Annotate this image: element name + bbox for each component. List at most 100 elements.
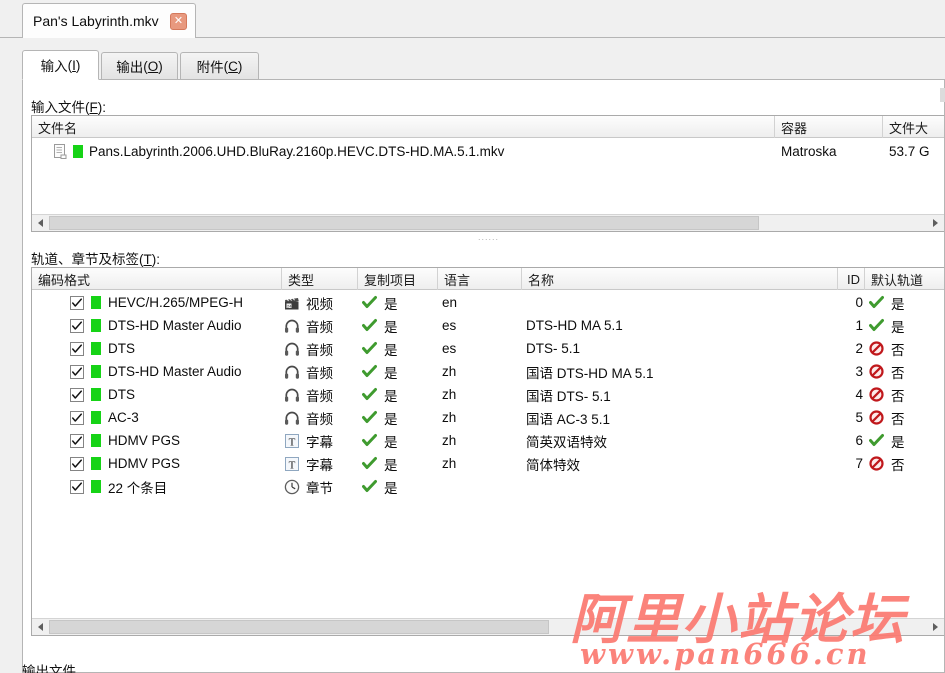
scroll-track[interactable] <box>49 619 927 635</box>
chapter-icon <box>284 479 300 494</box>
cell-copy: 是 <box>362 406 438 429</box>
scroll-thumb[interactable] <box>49 620 549 634</box>
column-header-type[interactable]: 类型 <box>282 268 358 290</box>
close-icon[interactable]: ✕ <box>170 12 187 30</box>
table-row[interactable]: DTS-HD Master Audio 音频 是 es DTS-HD MA 5.1 1 是 <box>32 314 944 337</box>
input-files-body: Pans.Labyrinth.2006.UHD.BluRay.2160p.HEV… <box>32 139 944 164</box>
scroll-left-button[interactable] <box>32 215 49 231</box>
tracks-header: 编码格式 类型 复制项目 语言 名称 ID 默认轨道 <box>32 268 944 290</box>
column-header-name[interactable]: 名称 <box>522 268 838 290</box>
checkmark-glyph <box>71 412 83 422</box>
cell-name: DTS- 5.1 <box>526 341 581 356</box>
track-enabled-flag-icon <box>91 388 101 401</box>
type-text: 音频 <box>306 411 333 427</box>
scroll-right-button[interactable] <box>927 619 944 635</box>
type-text: 视频 <box>306 296 333 312</box>
check-icon <box>362 434 377 446</box>
forbidden-icon <box>869 387 884 402</box>
cell-type: 音频 <box>284 360 358 383</box>
splitter-handle[interactable]: ...... <box>478 232 499 242</box>
cell-language: zh <box>442 410 457 425</box>
cell-type: 24 视频 <box>284 291 358 314</box>
track-checkbox[interactable] <box>70 387 84 402</box>
codec-text: AC-3 <box>108 410 139 425</box>
column-header-language[interactable]: 语言 <box>438 268 522 290</box>
cell-name: 国语 AC-3 5.1 <box>526 411 611 427</box>
column-header-copy[interactable]: 复制项目 <box>358 268 438 290</box>
cell-default-track: 否 <box>869 452 944 475</box>
tab-attachments-label: 附件 <box>196 60 224 75</box>
check-icon <box>869 296 884 308</box>
tab-attachments-accesskey: C <box>228 58 238 74</box>
svg-text:T: T <box>289 436 296 448</box>
track-checkbox[interactable] <box>70 341 84 356</box>
default-track-text: 否 <box>891 457 905 473</box>
tab-output[interactable]: 输出(O) <box>101 52 178 80</box>
tracks-hscrollbar[interactable] <box>32 618 944 635</box>
check-icon <box>362 319 377 331</box>
copy-text: 是 <box>384 388 398 404</box>
column-header-filename[interactable]: 文件名 <box>32 116 775 138</box>
cell-language: es <box>442 318 457 333</box>
input-files-list[interactable]: 文件名 容器 文件大 Pans.Labyrinth.2006.UHD.BluRa… <box>31 115 944 232</box>
input-files-hscrollbar[interactable] <box>32 214 944 231</box>
subtitle-icon: T <box>285 433 299 448</box>
track-enabled-flag-icon <box>91 411 101 424</box>
track-checkbox[interactable] <box>70 295 84 310</box>
default-track-text: 否 <box>891 388 905 404</box>
tab-input[interactable]: 输入(I) <box>22 50 99 80</box>
application-window: Pan's Labyrinth.mkv ✕ 输入(I) 输出(O) 附件(C) … <box>0 0 945 673</box>
table-row[interactable]: HEVC/H.265/MPEG-H 24 视频 是 en 0 是 <box>32 291 944 314</box>
codec-text: DTS-HD Master Audio <box>108 318 242 333</box>
table-row[interactable]: AC-3 音频 是 zh 国语 AC-3 5.1 5 否 <box>32 406 944 429</box>
scroll-right-button[interactable] <box>927 215 944 231</box>
input-files-label-text: 输入文件 <box>31 100 85 115</box>
table-row[interactable]: HDMV PGS T 字幕 是 zh 简英双语特效 6 是 <box>32 429 944 452</box>
column-header-codec[interactable]: 编码格式 <box>32 268 282 290</box>
table-row[interactable]: Pans.Labyrinth.2006.UHD.BluRay.2160p.HEV… <box>32 139 944 164</box>
scroll-thumb[interactable] <box>49 216 759 230</box>
check-icon <box>362 342 377 354</box>
cell-copy: 是 <box>362 429 438 452</box>
column-header-container[interactable]: 容器 <box>775 116 883 138</box>
cell-default-track: 否 <box>869 406 944 429</box>
audio-icon <box>285 319 299 333</box>
cell-type: T 字幕 <box>284 429 358 452</box>
track-checkbox[interactable] <box>70 318 84 333</box>
document-tab[interactable]: Pan's Labyrinth.mkv ✕ <box>22 3 196 38</box>
tab-attachments[interactable]: 附件(C) <box>180 52 259 80</box>
cell-default-track: 否 <box>869 360 944 383</box>
column-header-default[interactable]: 默认轨道 <box>865 268 944 290</box>
cell-language: es <box>442 341 457 356</box>
track-checkbox[interactable] <box>70 364 84 379</box>
table-row[interactable]: HDMV PGS T 字幕 是 zh 简体特效 7 否 <box>32 452 944 475</box>
table-row[interactable]: 22 个条目 章节 是 <box>32 475 944 498</box>
table-row[interactable]: DTS-HD Master Audio 音频 是 zh 国语 DTS-HD MA 5.1… <box>32 360 944 383</box>
cell-filename: Pans.Labyrinth.2006.UHD.BluRay.2160p.HEV… <box>54 139 770 164</box>
copy-text: 是 <box>384 457 398 473</box>
track-checkbox[interactable] <box>70 479 84 494</box>
tracks-list[interactable]: 编码格式 类型 复制项目 语言 名称 ID 默认轨道 HEVC/H.265/MP… <box>31 267 944 636</box>
check-icon <box>869 319 884 331</box>
table-row[interactable]: DTS 音频 是 es DTS- 5.1 2 否 <box>32 337 944 360</box>
track-checkbox[interactable] <box>70 433 84 448</box>
table-row[interactable]: DTS 音频 是 zh 国语 DTS- 5.1 4 否 <box>32 383 944 406</box>
scroll-track[interactable] <box>49 215 927 231</box>
column-header-filesize[interactable]: 文件大 <box>883 116 944 138</box>
check-icon <box>869 434 884 446</box>
forbidden-icon <box>869 364 884 379</box>
type-text: 音频 <box>306 342 333 358</box>
type-text: 字幕 <box>306 457 333 473</box>
checkmark-glyph <box>71 389 83 399</box>
cell-language <box>442 475 520 498</box>
cell-id: 0 <box>855 295 863 310</box>
cell-default-track: 是 <box>869 314 944 337</box>
track-checkbox[interactable] <box>70 456 84 471</box>
copy-text: 是 <box>384 342 398 358</box>
track-checkbox[interactable] <box>70 410 84 425</box>
default-track-text: 否 <box>891 365 905 381</box>
column-header-id[interactable]: ID <box>838 268 865 290</box>
scroll-left-button[interactable] <box>32 619 49 635</box>
cell-copy: 是 <box>362 337 438 360</box>
copy-text: 是 <box>384 365 398 381</box>
